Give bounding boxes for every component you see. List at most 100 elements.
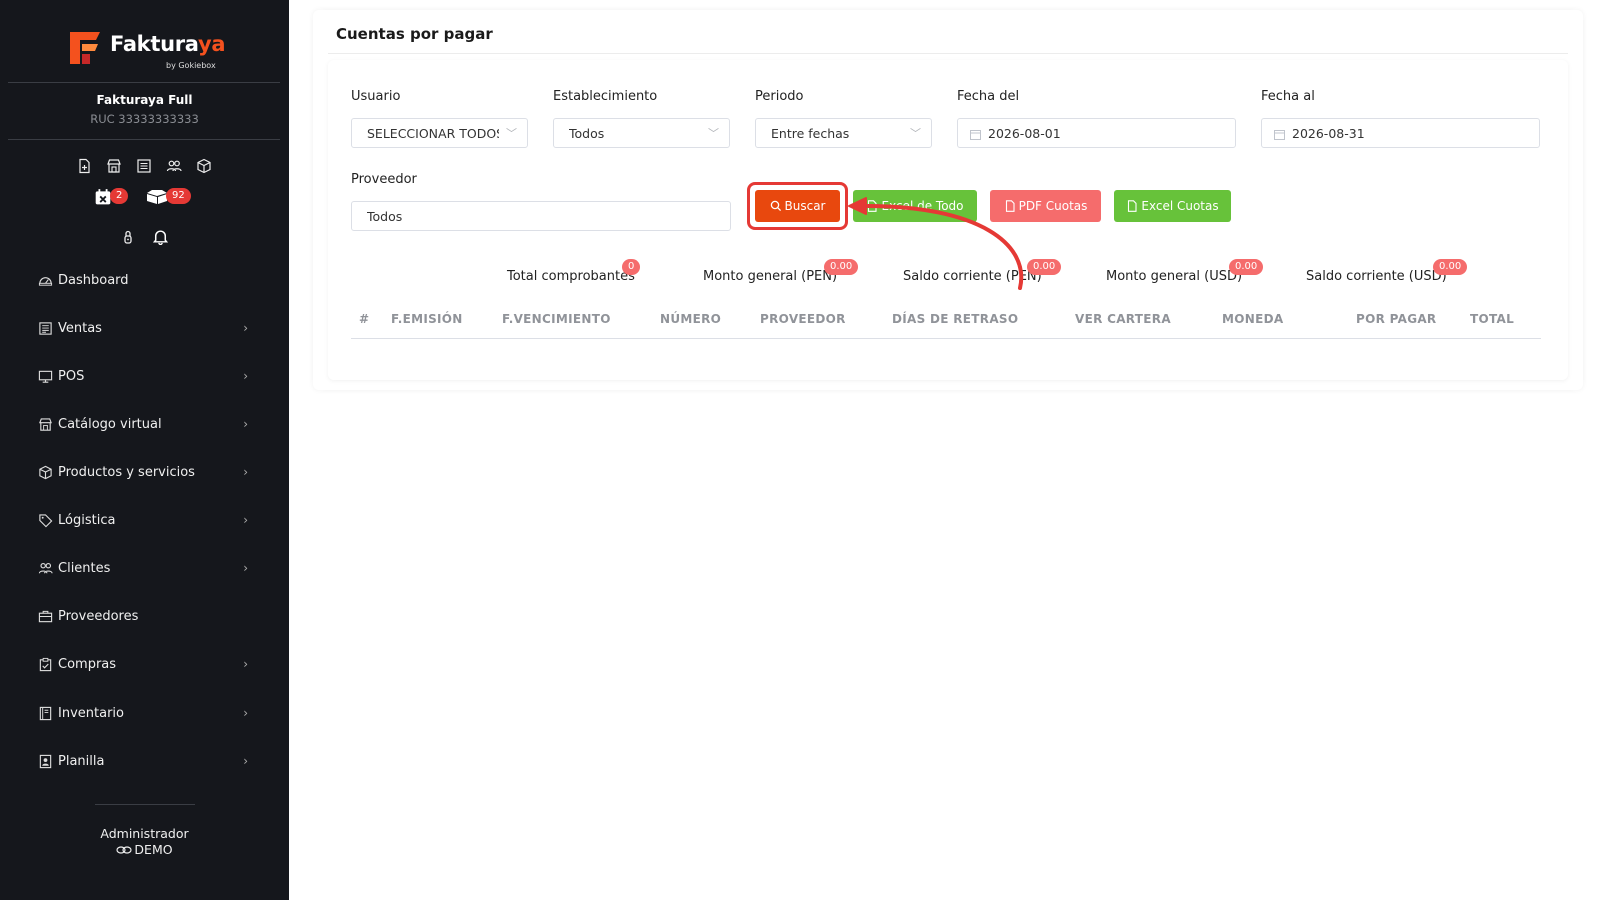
calendar-badge: 2	[110, 188, 129, 204]
brand-logo[interactable]: Fakturaya by Gokiebox	[68, 26, 228, 74]
pdf-cuotas-button[interactable]: PDF Cuotas	[990, 190, 1101, 222]
id-card-icon	[38, 754, 53, 769]
sales-icon	[38, 321, 53, 336]
brand-byline: by Gokiebox	[166, 61, 216, 70]
excel-cuotas-button[interactable]: Excel Cuotas	[1114, 190, 1231, 222]
column-header: PROVEEDOR	[760, 312, 846, 326]
dashboard-icon	[38, 273, 53, 288]
divider	[8, 82, 280, 83]
column-header: MONEDA	[1222, 312, 1284, 326]
file-icon	[866, 200, 878, 212]
summary-monto-pen: Monto general (PEN)	[703, 269, 838, 284]
fecha-del-value: 2026-08-01	[988, 126, 1061, 141]
chevron-down-icon: ﹀	[910, 127, 921, 140]
divider	[8, 139, 280, 140]
store-icon	[38, 417, 53, 432]
chevron-right-icon: ›	[243, 369, 248, 383]
summary-badge: 0	[622, 259, 641, 275]
column-header: #	[359, 312, 370, 326]
usuario-select[interactable]: SELECCIONAR TODOS ﹀	[351, 118, 528, 148]
briefcase-icon	[38, 609, 53, 624]
sidebar-item-label: POS	[58, 369, 85, 384]
fecha-del-input[interactable]: 2026-08-01	[957, 118, 1236, 148]
sidebar-item-catalogo[interactable]: Catálogo virtual ›	[38, 416, 248, 436]
sidebar-item-inventario[interactable]: Inventario ›	[38, 705, 248, 725]
calendar-icon	[970, 128, 981, 140]
sidebar-item-planilla[interactable]: Planilla ›	[38, 753, 248, 773]
establecimiento-select[interactable]: Todos ﹀	[553, 118, 730, 148]
excel-todo-button[interactable]: Excel de Todo	[853, 190, 977, 222]
chevron-right-icon: ›	[243, 706, 248, 720]
establecimiento-value: Todos	[569, 126, 605, 141]
sidebar-item-clientes[interactable]: Clientes ›	[38, 560, 248, 580]
pdf-cuotas-label: PDF Cuotas	[1018, 199, 1088, 213]
periodo-value: Entre fechas	[771, 126, 850, 141]
file-icon	[1004, 200, 1016, 212]
sidebar-item-compras[interactable]: Compras ›	[38, 656, 248, 676]
store-icon[interactable]	[106, 158, 122, 174]
divider	[95, 804, 195, 805]
sidebar-item-logistica[interactable]: Lógistica ›	[38, 512, 248, 532]
boxes-icon[interactable]	[146, 188, 168, 206]
usuario-label: Usuario	[351, 89, 401, 104]
sidebar-item-label: Catálogo virtual	[58, 417, 162, 432]
sidebar-item-label: Lógistica	[58, 513, 116, 528]
book-icon	[38, 706, 53, 721]
sidebar-item-dashboard[interactable]: Dashboard	[38, 272, 248, 292]
summary-saldo-pen: Saldo corriente (PEN)	[903, 269, 1042, 284]
users-icon	[38, 561, 53, 576]
sidebar-item-proveedores[interactable]: Proveedores	[38, 608, 248, 628]
user-name: DEMO	[134, 842, 173, 857]
brand-name: Fakturaya	[110, 32, 226, 56]
company-name: Fakturaya Full	[96, 93, 193, 107]
establecimiento-label: Establecimiento	[553, 89, 658, 104]
sidebar-item-productos[interactable]: Productos y servicios ›	[38, 464, 248, 484]
box-icon	[38, 465, 53, 480]
periodo-select[interactable]: Entre fechas ﹀	[755, 118, 932, 148]
sidebar-item-label: Compras	[58, 657, 117, 672]
excel-todo-label: Excel de Todo	[881, 199, 964, 213]
bell-icon[interactable]	[152, 228, 169, 245]
chevron-right-icon: ›	[243, 561, 248, 575]
column-header: NÚMERO	[660, 312, 722, 326]
user-account[interactable]: DEMO	[0, 842, 289, 857]
highlight-box	[747, 182, 848, 230]
chevron-right-icon: ›	[243, 754, 248, 768]
sidebar-item-ventas[interactable]: Ventas ›	[38, 320, 248, 340]
summary-badge: 0.00	[824, 259, 859, 275]
chevron-down-icon: ﹀	[506, 127, 517, 140]
page-title: Cuentas por pagar	[336, 25, 493, 43]
chevron-right-icon: ›	[243, 321, 248, 335]
calendar-icon	[1274, 128, 1285, 140]
chevron-down-icon: ﹀	[708, 127, 719, 140]
column-header: DÍAS DE RETRASO	[892, 312, 1019, 326]
sidebar-item-label: Dashboard	[58, 273, 129, 288]
proveedor-label: Proveedor	[351, 172, 417, 187]
column-header: TOTAL	[1470, 312, 1515, 326]
new-document-icon[interactable]	[76, 158, 92, 174]
sidebar: Fakturaya by Gokiebox Fakturaya Full RUC…	[0, 0, 289, 900]
proveedor-select[interactable]: Todos	[351, 201, 731, 231]
fecha-al-input[interactable]: 2026-08-31	[1261, 118, 1540, 148]
users-icon[interactable]	[166, 158, 182, 174]
sidebar-item-label: Proveedores	[58, 609, 139, 624]
user-role: Administrador	[100, 826, 189, 841]
chevron-right-icon: ›	[243, 417, 248, 431]
box-icon[interactable]	[196, 158, 212, 174]
sidebar-item-label: Planilla	[58, 754, 105, 769]
list-icon[interactable]	[136, 158, 152, 174]
summary-total-comprobantes: Total comprobantes	[507, 269, 635, 284]
summary-badge: 0.00	[1433, 259, 1468, 275]
summary-badge: 0.00	[1229, 259, 1264, 275]
lock-icon[interactable]	[120, 229, 136, 245]
excel-cuotas-label: Excel Cuotas	[1141, 199, 1219, 213]
file-icon	[1126, 200, 1138, 212]
column-header: F.EMISIÓN	[391, 312, 463, 326]
chevron-right-icon: ›	[243, 513, 248, 527]
monitor-icon	[38, 369, 53, 384]
column-header: F.VENCIMIENTO	[502, 312, 611, 326]
chevron-right-icon: ›	[243, 657, 248, 671]
fecha-al-label: Fecha al	[1261, 89, 1315, 104]
table-header-divider	[351, 338, 1541, 339]
sidebar-item-pos[interactable]: POS ›	[38, 368, 248, 388]
